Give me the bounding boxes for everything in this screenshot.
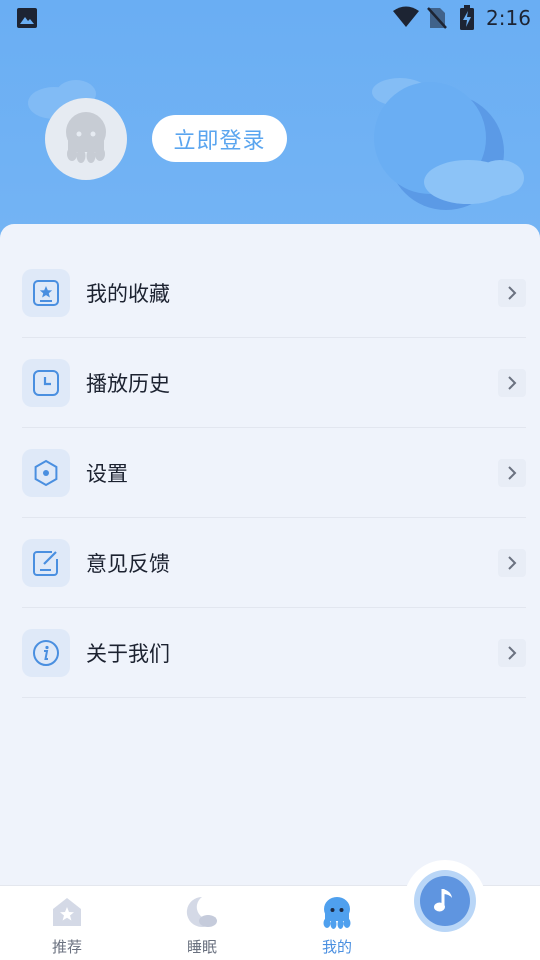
music-note-icon [420,876,470,926]
menu-item-label: 关于我们 [86,642,170,666]
avatar[interactable] [45,98,127,180]
tab-label: 我的 [321,938,352,956]
tab-mine[interactable]: 我的 [287,886,387,960]
history-icon [22,359,70,407]
menu-item-history[interactable]: 播放历史 [22,338,526,428]
tab-sleep[interactable]: 睡眠 [152,886,252,960]
octopus-icon [320,894,354,930]
octopus-avatar-icon [61,110,111,168]
menu-item-label: 播放历史 [86,372,170,396]
status-time: 2:16 [486,6,531,30]
menu-item-label: 设置 [86,462,128,486]
info-icon [22,629,70,677]
music-player-button[interactable] [404,860,486,942]
feedback-icon [22,539,70,587]
moon-cloud-decoration [360,70,540,224]
status-bar: 2:16 [0,0,540,36]
favorites-icon [22,269,70,317]
no-sim-icon [427,6,447,34]
battery-charging-icon [459,5,475,35]
divider [22,697,526,698]
menu-item-settings[interactable]: 设置 [22,428,526,518]
menu-item-label: 我的收藏 [86,282,170,306]
tab-recommend[interactable]: 推荐 [17,886,117,960]
menu-item-feedback[interactable]: 意见反馈 [22,518,526,608]
menu-item-favorites[interactable]: 我的收藏 [22,248,526,338]
moon-icon [184,894,220,930]
menu-item-about[interactable]: 关于我们 [22,608,526,698]
wifi-icon [392,6,420,32]
chevron-right-icon [498,279,526,307]
settings-icon [22,449,70,497]
tab-label: 睡眠 [186,938,217,956]
chevron-right-icon [498,369,526,397]
chevron-right-icon [498,549,526,577]
profile-header: 2:16 立即登录 [0,0,540,250]
menu-card: 我的收藏 播放历史 设置 意见反馈 关于我们 [0,224,540,886]
chevron-right-icon [498,639,526,667]
menu-item-label: 意见反馈 [86,552,170,576]
chevron-right-icon [498,459,526,487]
gallery-icon [16,7,38,33]
player-ring [414,870,476,932]
login-button[interactable]: 立即登录 [152,115,287,162]
tab-label: 推荐 [51,938,82,956]
home-icon [50,894,84,930]
